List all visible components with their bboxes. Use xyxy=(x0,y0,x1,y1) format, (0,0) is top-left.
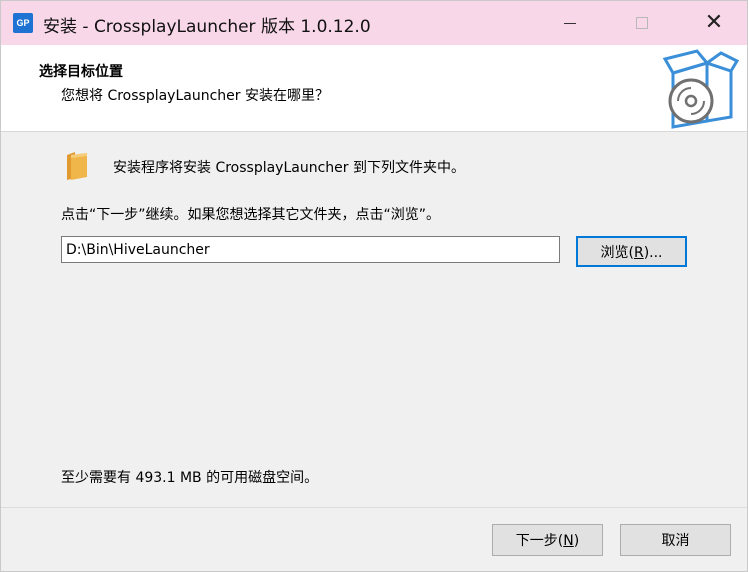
next-button-accesskey: N xyxy=(563,533,574,549)
installer-window: GP 安装 - CrossplayLauncher 版本 1.0.12.0 ✕ … xyxy=(0,0,748,572)
close-button[interactable]: ✕ xyxy=(691,1,737,45)
browse-button[interactable]: 浏览(R)... xyxy=(576,236,687,267)
disk-space-text: 至少需要有 493.1 MB 的可用磁盘空间。 xyxy=(61,470,319,486)
install-path-input[interactable] xyxy=(61,236,560,263)
page-title: 选择目标位置 xyxy=(39,64,123,80)
instruction-text: 点击“下一步”继续。如果您想选择其它文件夹，点击“浏览”。 xyxy=(61,207,441,223)
next-button[interactable]: 下一步(N) xyxy=(492,524,603,556)
cancel-button[interactable]: 取消 xyxy=(620,524,731,556)
next-button-label: 下一步( xyxy=(515,533,564,549)
browse-button-label: 浏览( xyxy=(600,244,634,261)
footer-divider xyxy=(1,507,747,508)
maximize-button[interactable] xyxy=(619,1,665,45)
title-bar[interactable]: GP 安装 - CrossplayLauncher 版本 1.0.12.0 ✕ xyxy=(1,1,747,45)
browse-button-suffix: )... xyxy=(643,244,663,261)
install-intro-text: 安装程序将安装 CrossplayLauncher 到下列文件夹中。 xyxy=(113,160,465,176)
wizard-header: 选择目标位置 您想将 CrossplayLauncher 安装在哪里？ xyxy=(1,45,747,132)
folder-icon xyxy=(67,152,87,180)
minimize-button[interactable] xyxy=(547,1,593,45)
next-button-suffix: ) xyxy=(573,533,580,549)
install-box-cd-icon xyxy=(662,49,740,129)
page-subtitle: 您想将 CrossplayLauncher 安装在哪里？ xyxy=(61,88,329,104)
browse-button-accesskey: R xyxy=(633,244,644,261)
window-title: 安装 - CrossplayLauncher 版本 1.0.12.0 xyxy=(43,17,371,37)
app-icon: GP xyxy=(13,13,33,33)
